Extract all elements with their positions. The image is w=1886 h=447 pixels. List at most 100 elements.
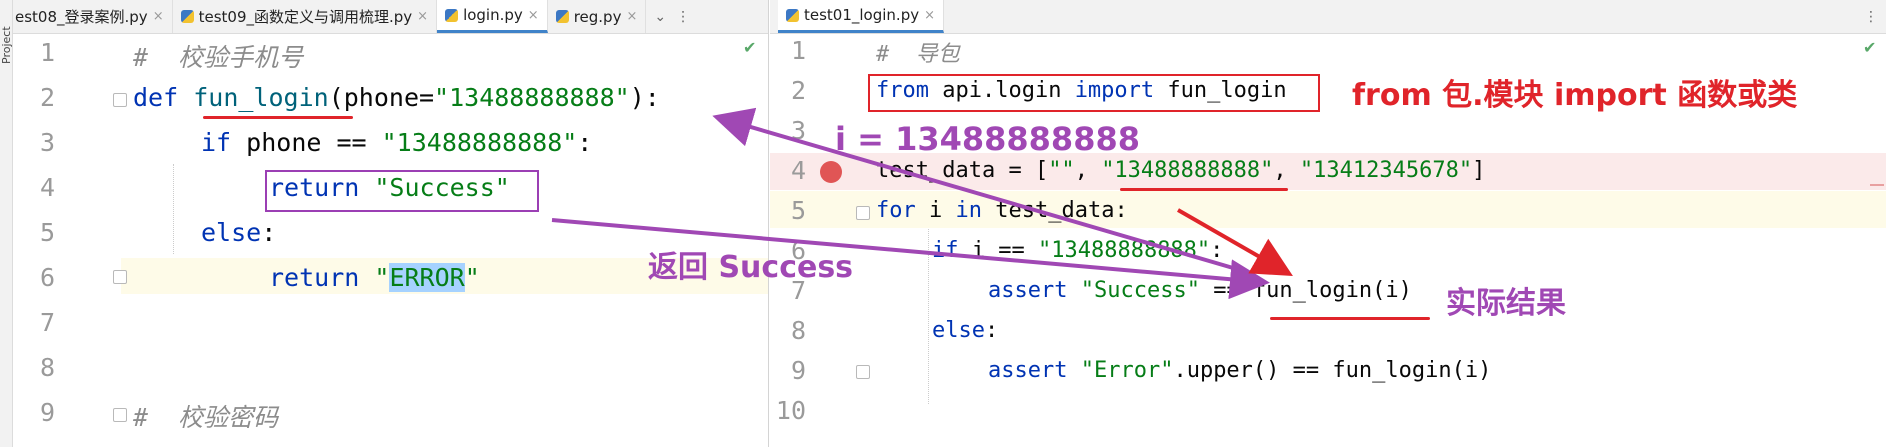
code-line-1: # 校验手机号 (133, 38, 303, 74)
code-keyword: assert (988, 278, 1068, 303)
line-number: 8 (39, 353, 55, 382)
code-keyword: def (133, 83, 179, 112)
inspection-ok-icon[interactable]: ✔ (743, 38, 756, 57)
import-line-box (868, 74, 1320, 112)
line-number: 7 (39, 308, 55, 337)
indent-guide (173, 164, 175, 254)
fun-login-underline (203, 116, 353, 119)
code-line-2: def fun_login(phone="13488888888"): (133, 83, 660, 112)
more-menu-icon[interactable]: ⋮ (676, 9, 690, 25)
line-number: 9 (790, 356, 806, 385)
more-menu-icon[interactable]: ⋮ (1864, 9, 1878, 25)
code-string: " (464, 263, 480, 292)
tab-test09[interactable]: test09_函数定义与调用梳理.py × (173, 0, 438, 33)
close-icon[interactable]: × (417, 9, 428, 24)
fun-login-call-underline (1270, 317, 1430, 320)
code-keyword: return (269, 263, 360, 292)
code-text: : (1210, 238, 1224, 263)
code-line-9: # 校验密码 (133, 398, 278, 434)
code-string: "13488888888" (381, 128, 578, 157)
tab-label: reg.py (573, 7, 622, 26)
python-file-icon (786, 8, 799, 22)
code-string: "" (1048, 158, 1075, 183)
line-number: 1 (790, 36, 806, 65)
close-icon[interactable]: × (528, 8, 539, 23)
close-icon[interactable]: × (153, 9, 164, 24)
close-icon[interactable]: × (626, 9, 637, 24)
line-number: 6 (39, 263, 55, 292)
fold-marker-icon[interactable] (113, 408, 127, 422)
code-text: , (1273, 158, 1300, 183)
code-text: == fun_login(i) (1199, 278, 1412, 303)
code-text: ] (1472, 158, 1486, 183)
right-tab-tools: ⋮ (1856, 0, 1886, 33)
code-text: ): (629, 83, 660, 112)
left-editor[interactable]: 1 2 3 4 5 6 7 8 9 ✔ # 校验手机号 def fun_logi… (13, 34, 768, 447)
line-number: 2 (790, 76, 806, 105)
error-stripe-mark (1870, 184, 1884, 186)
project-tool-strip[interactable]: Project (0, 0, 13, 447)
line-number: 9 (39, 398, 55, 427)
import-note-annotation: from 包.模块 import 函数或类 (1352, 78, 1798, 113)
tab-list-chevron-icon[interactable]: ⌄ (654, 9, 666, 25)
code-function-name: fun_login (193, 83, 329, 112)
code-string: "13488888888" (1101, 158, 1274, 183)
code-line-3: if phone == "13488888888": (201, 128, 592, 157)
code-string: "13488888888" (1037, 238, 1211, 263)
line-number: 3 (39, 128, 55, 157)
code-text: : (577, 128, 593, 157)
code-comment: # 校验手机号 (133, 43, 304, 72)
line-number: 5 (790, 196, 806, 225)
tab-test08[interactable]: est08_登录案例.py × (13, 0, 173, 33)
fold-marker-icon[interactable] (856, 206, 870, 220)
code-selection: ERROR (389, 263, 465, 292)
code-keyword: else (932, 318, 985, 343)
return-success-annotation: 返回 Success (648, 250, 854, 285)
code-string: "Success" (1080, 278, 1200, 303)
code-keyword: in (955, 198, 983, 223)
tab-login[interactable]: login.py × (437, 0, 548, 33)
code-line-5: else: (201, 218, 276, 247)
project-tool-label[interactable]: Project (0, 4, 13, 64)
python-file-icon (180, 10, 194, 23)
code-line-4: test_data = ["", "13488888888", "1341234… (876, 158, 1485, 183)
code-line-6: return "ERROR" (269, 263, 480, 292)
return-success-box (265, 170, 539, 212)
code-line-5: for i in test_data: (876, 198, 1128, 223)
tab-test01-login[interactable]: test01_login.py × (778, 0, 945, 33)
code-keyword: else (201, 218, 262, 247)
tab-label: est08_登录案例.py (15, 8, 148, 26)
fold-marker-icon[interactable] (113, 93, 127, 107)
python-file-icon (445, 8, 459, 22)
fold-marker-icon[interactable] (856, 365, 870, 379)
code-text: test_data: (982, 198, 1128, 223)
code-keyword: for (876, 198, 916, 223)
tab-label: test01_login.py (804, 6, 920, 24)
test-data-value-underline (1120, 188, 1288, 191)
code-text: , (1074, 158, 1102, 183)
code-line-1: # 导包 (876, 36, 960, 68)
left-tab-tools: ⌄ ⋮ (646, 0, 698, 33)
breakpoint-icon[interactable] (820, 161, 842, 183)
code-string: "13488888888" (434, 83, 630, 112)
code-keyword: if (201, 128, 232, 157)
code-text: test_data = [ (876, 158, 1049, 183)
fold-marker-icon[interactable] (113, 270, 127, 284)
tab-label: login.py (463, 6, 523, 24)
tab-reg[interactable]: reg.py × (548, 0, 647, 33)
code-line-6: if i == "13488888888": (932, 238, 1223, 263)
code-keyword: if (932, 238, 959, 263)
close-icon[interactable]: × (924, 8, 935, 23)
code-text: (phone= (328, 83, 435, 112)
code-line-9: assert "Error".upper() == fun_login(i) (988, 358, 1491, 383)
right-tab-bar: test01_login.py × ⋮ (770, 0, 1886, 34)
left-tab-bar: est08_登录案例.py × test09_函数定义与调用梳理.py × lo… (13, 0, 768, 34)
line-number: 1 (39, 38, 55, 67)
code-comment: # 导包 (876, 42, 960, 67)
line-number: 3 (790, 116, 806, 145)
line-number: 4 (790, 156, 806, 185)
inspection-ok-icon[interactable]: ✔ (1863, 38, 1876, 57)
code-line-8: else: (932, 318, 998, 343)
